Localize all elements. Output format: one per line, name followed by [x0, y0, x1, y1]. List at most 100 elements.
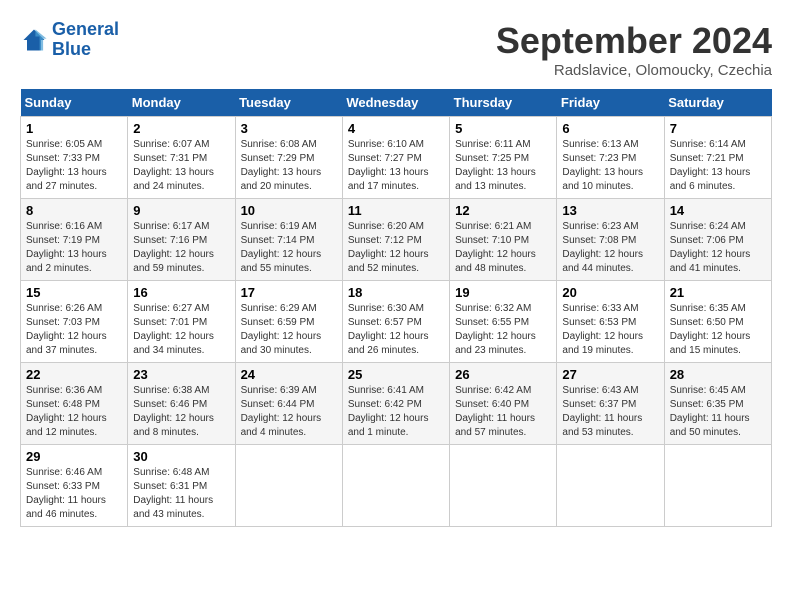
day-number: 16: [133, 285, 229, 300]
day-number: 8: [26, 203, 122, 218]
col-monday: Monday: [128, 89, 235, 117]
day-number: 5: [455, 121, 551, 136]
logo: General Blue: [20, 20, 119, 60]
day-info: Sunrise: 6:32 AM Sunset: 6:55 PM Dayligh…: [455, 302, 551, 358]
day-info: Sunrise: 6:13 AM Sunset: 7:23 PM Dayligh…: [562, 138, 658, 194]
day-number: 29: [26, 449, 122, 464]
calendar-table: Sunday Monday Tuesday Wednesday Thursday…: [20, 89, 772, 527]
day-info: Sunrise: 6:29 AM Sunset: 6:59 PM Dayligh…: [241, 302, 337, 358]
table-row: 14 Sunrise: 6:24 AM Sunset: 7:06 PM Dayli…: [664, 199, 771, 281]
day-number: 12: [455, 203, 551, 218]
day-info: Sunrise: 6:38 AM Sunset: 6:46 PM Dayligh…: [133, 384, 229, 440]
table-row: 8 Sunrise: 6:16 AM Sunset: 7:19 PM Daylig…: [21, 199, 128, 281]
week-row-3: 15 Sunrise: 6:26 AM Sunset: 7:03 PM Dayli…: [21, 281, 772, 363]
day-info: Sunrise: 6:10 AM Sunset: 7:27 PM Dayligh…: [348, 138, 444, 194]
day-number: 23: [133, 367, 229, 382]
day-info: Sunrise: 6:46 AM Sunset: 6:33 PM Dayligh…: [26, 466, 122, 522]
day-number: 2: [133, 121, 229, 136]
day-info: Sunrise: 6:16 AM Sunset: 7:19 PM Dayligh…: [26, 220, 122, 276]
table-row: 6 Sunrise: 6:13 AM Sunset: 7:23 PM Daylig…: [557, 117, 664, 199]
table-row: 17 Sunrise: 6:29 AM Sunset: 6:59 PM Dayli…: [235, 281, 342, 363]
day-number: 13: [562, 203, 658, 218]
day-info: Sunrise: 6:35 AM Sunset: 6:50 PM Dayligh…: [670, 302, 766, 358]
col-sunday: Sunday: [21, 89, 128, 117]
day-number: 9: [133, 203, 229, 218]
table-row: 18Sunrise: 6:30 AM Sunset: 6:57 PM Dayli…: [342, 281, 449, 363]
day-number: 28: [670, 367, 766, 382]
day-number: 24: [241, 367, 337, 382]
day-number: 20: [562, 285, 658, 300]
day-number: 22: [26, 367, 122, 382]
col-wednesday: Wednesday: [342, 89, 449, 117]
day-info: Sunrise: 6:19 AM Sunset: 7:14 PM Dayligh…: [241, 220, 337, 276]
day-info: Sunrise: 6:39 AM Sunset: 6:44 PM Dayligh…: [241, 384, 337, 440]
table-row: 30Sunrise: 6:48 AM Sunset: 6:31 PM Dayli…: [128, 445, 235, 527]
logo-general: General: [52, 19, 119, 39]
day-number: 27: [562, 367, 658, 382]
day-number: 25: [348, 367, 444, 382]
table-row: 24 Sunrise: 6:39 AM Sunset: 6:44 PM Dayli…: [235, 363, 342, 445]
day-number: 7: [670, 121, 766, 136]
day-number: 26: [455, 367, 551, 382]
day-info: Sunrise: 6:48 AM Sunset: 6:31 PM Dayligh…: [133, 466, 229, 522]
day-info: Sunrise: 6:30 AM Sunset: 6:57 PM Dayligh…: [348, 302, 444, 358]
day-info: Sunrise: 6:05 AM Sunset: 7:33 PM Dayligh…: [26, 138, 122, 194]
col-thursday: Thursday: [450, 89, 557, 117]
table-row: 19Sunrise: 6:32 AM Sunset: 6:55 PM Dayli…: [450, 281, 557, 363]
table-row: 11Sunrise: 6:20 AM Sunset: 7:12 PM Dayli…: [342, 199, 449, 281]
logo-blue: Blue: [52, 39, 91, 59]
day-number: 11: [348, 203, 444, 218]
table-row: [557, 445, 664, 527]
week-row-2: 8 Sunrise: 6:16 AM Sunset: 7:19 PM Daylig…: [21, 199, 772, 281]
day-info: Sunrise: 6:36 AM Sunset: 6:48 PM Dayligh…: [26, 384, 122, 440]
table-row: 9 Sunrise: 6:17 AM Sunset: 7:16 PM Daylig…: [128, 199, 235, 281]
location: Radslavice, Olomoucky, Czechia: [496, 62, 772, 79]
table-row: [235, 445, 342, 527]
table-row: 3Sunrise: 6:08 AM Sunset: 7:29 PM Daylig…: [235, 117, 342, 199]
day-number: 3: [241, 121, 337, 136]
title-block: September 2024 Radslavice, Olomoucky, Cz…: [496, 20, 772, 79]
table-row: 21 Sunrise: 6:35 AM Sunset: 6:50 PM Dayli…: [664, 281, 771, 363]
table-row: 5 Sunrise: 6:11 AM Sunset: 7:25 PM Daylig…: [450, 117, 557, 199]
header-row: Sunday Monday Tuesday Wednesday Thursday…: [21, 89, 772, 117]
day-info: Sunrise: 6:42 AM Sunset: 6:40 PM Dayligh…: [455, 384, 551, 440]
page-header: General Blue September 2024 Radslavice, …: [20, 20, 772, 79]
day-info: Sunrise: 6:17 AM Sunset: 7:16 PM Dayligh…: [133, 220, 229, 276]
table-row: 7 Sunrise: 6:14 AM Sunset: 7:21 PM Daylig…: [664, 117, 771, 199]
day-number: 1: [26, 121, 122, 136]
col-friday: Friday: [557, 89, 664, 117]
day-number: 15: [26, 285, 122, 300]
day-info: Sunrise: 6:24 AM Sunset: 7:06 PM Dayligh…: [670, 220, 766, 276]
table-row: 23 Sunrise: 6:38 AM Sunset: 6:46 PM Dayli…: [128, 363, 235, 445]
table-row: 4Sunrise: 6:10 AM Sunset: 7:27 PM Daylig…: [342, 117, 449, 199]
day-number: 6: [562, 121, 658, 136]
week-row-1: 1 Sunrise: 6:05 AM Sunset: 7:33 PM Daylig…: [21, 117, 772, 199]
day-number: 14: [670, 203, 766, 218]
day-info: Sunrise: 6:43 AM Sunset: 6:37 PM Dayligh…: [562, 384, 658, 440]
table-row: 10 Sunrise: 6:19 AM Sunset: 7:14 PM Dayli…: [235, 199, 342, 281]
table-row: 2 Sunrise: 6:07 AM Sunset: 7:31 PM Daylig…: [128, 117, 235, 199]
table-row: [342, 445, 449, 527]
day-info: Sunrise: 6:21 AM Sunset: 7:10 PM Dayligh…: [455, 220, 551, 276]
table-row: 12 Sunrise: 6:21 AM Sunset: 7:10 PM Dayli…: [450, 199, 557, 281]
day-info: Sunrise: 6:45 AM Sunset: 6:35 PM Dayligh…: [670, 384, 766, 440]
table-row: 13 Sunrise: 6:23 AM Sunset: 7:08 PM Dayli…: [557, 199, 664, 281]
logo-icon: [20, 26, 48, 54]
table-row: 16 Sunrise: 6:27 AM Sunset: 7:01 PM Dayli…: [128, 281, 235, 363]
day-info: Sunrise: 6:23 AM Sunset: 7:08 PM Dayligh…: [562, 220, 658, 276]
day-number: 21: [670, 285, 766, 300]
day-info: Sunrise: 6:26 AM Sunset: 7:03 PM Dayligh…: [26, 302, 122, 358]
day-info: Sunrise: 6:27 AM Sunset: 7:01 PM Dayligh…: [133, 302, 229, 358]
table-row: 1 Sunrise: 6:05 AM Sunset: 7:33 PM Daylig…: [21, 117, 128, 199]
table-row: [450, 445, 557, 527]
table-row: 26 Sunrise: 6:42 AM Sunset: 6:40 PM Dayli…: [450, 363, 557, 445]
day-info: Sunrise: 6:14 AM Sunset: 7:21 PM Dayligh…: [670, 138, 766, 194]
day-number: 10: [241, 203, 337, 218]
day-info: Sunrise: 6:07 AM Sunset: 7:31 PM Dayligh…: [133, 138, 229, 194]
day-info: Sunrise: 6:11 AM Sunset: 7:25 PM Dayligh…: [455, 138, 551, 194]
day-number: 17: [241, 285, 337, 300]
table-row: 15 Sunrise: 6:26 AM Sunset: 7:03 PM Dayli…: [21, 281, 128, 363]
day-info: Sunrise: 6:41 AM Sunset: 6:42 PM Dayligh…: [348, 384, 444, 440]
table-row: 22 Sunrise: 6:36 AM Sunset: 6:48 PM Dayli…: [21, 363, 128, 445]
week-row-4: 22 Sunrise: 6:36 AM Sunset: 6:48 PM Dayli…: [21, 363, 772, 445]
